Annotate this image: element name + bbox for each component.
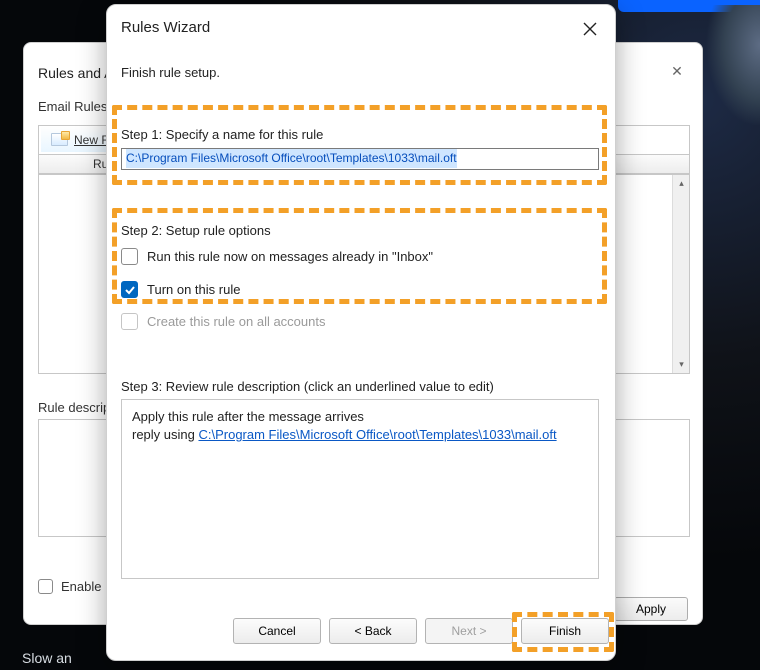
enable-rss-checkbox[interactable] [38, 579, 53, 594]
desc-line2: reply using C:\Program Files\Microsoft O… [132, 426, 588, 444]
option-turn-on[interactable]: Turn on this rule [121, 281, 240, 298]
step3-label: Step 3: Review rule description (click a… [121, 379, 494, 394]
option-run-now[interactable]: Run this rule now on messages already in… [121, 248, 433, 265]
run-now-checkbox[interactable] [121, 248, 138, 265]
next-button: Next > [425, 618, 513, 644]
wizard-close-button[interactable] [575, 14, 605, 44]
scroll-down-icon[interactable]: ▾ [673, 356, 690, 373]
step2-label: Step 2: Setup rule options [121, 223, 271, 238]
background-text-fragment: Slow an [22, 650, 72, 666]
rules-wizard-dialog: Rules Wizard Finish rule setup. Step 1: … [106, 4, 616, 661]
apply-button[interactable]: Apply [614, 597, 688, 621]
desc-template-link[interactable]: C:\Program Files\Microsoft Office\root\T… [198, 427, 556, 442]
option-all-accounts: Create this rule on all accounts [121, 313, 325, 330]
all-accounts-label: Create this rule on all accounts [147, 314, 325, 329]
desc-line2-prefix: reply using [132, 427, 198, 442]
run-now-label: Run this rule now on messages already in… [147, 249, 433, 264]
desc-line1: Apply this rule after the message arrive… [132, 408, 588, 426]
step1-label: Step 1: Specify a name for this rule [121, 127, 323, 142]
close-icon [583, 22, 597, 36]
rules-window-close-icon[interactable] [663, 57, 691, 85]
tab-email-rules[interactable]: Email Rules [38, 99, 107, 114]
finish-button[interactable]: Finish [521, 618, 609, 644]
back-button[interactable]: < Back [329, 618, 417, 644]
cancel-button[interactable]: Cancel [233, 618, 321, 644]
rule-list-scrollbar[interactable]: ▴ ▾ [672, 175, 689, 373]
rule-description-editor[interactable]: Apply this rule after the message arrive… [121, 399, 599, 579]
checkmark-icon [124, 284, 136, 296]
turn-on-checkbox[interactable] [121, 281, 138, 298]
wizard-button-row: Cancel < Back Next > Finish [107, 618, 615, 646]
rule-name-value: C:\Program Files\Microsoft Office\root\T… [126, 149, 457, 168]
scroll-up-icon[interactable]: ▴ [673, 175, 690, 192]
all-accounts-checkbox [121, 313, 138, 330]
wizard-title: Rules Wizard [121, 19, 210, 36]
rule-name-input[interactable]: C:\Program Files\Microsoft Office\root\T… [121, 148, 599, 170]
turn-on-label: Turn on this rule [147, 282, 240, 297]
annotation-highlight-step1 [112, 105, 607, 185]
new-rule-icon [51, 133, 68, 146]
wizard-subtitle: Finish rule setup. [121, 65, 220, 80]
